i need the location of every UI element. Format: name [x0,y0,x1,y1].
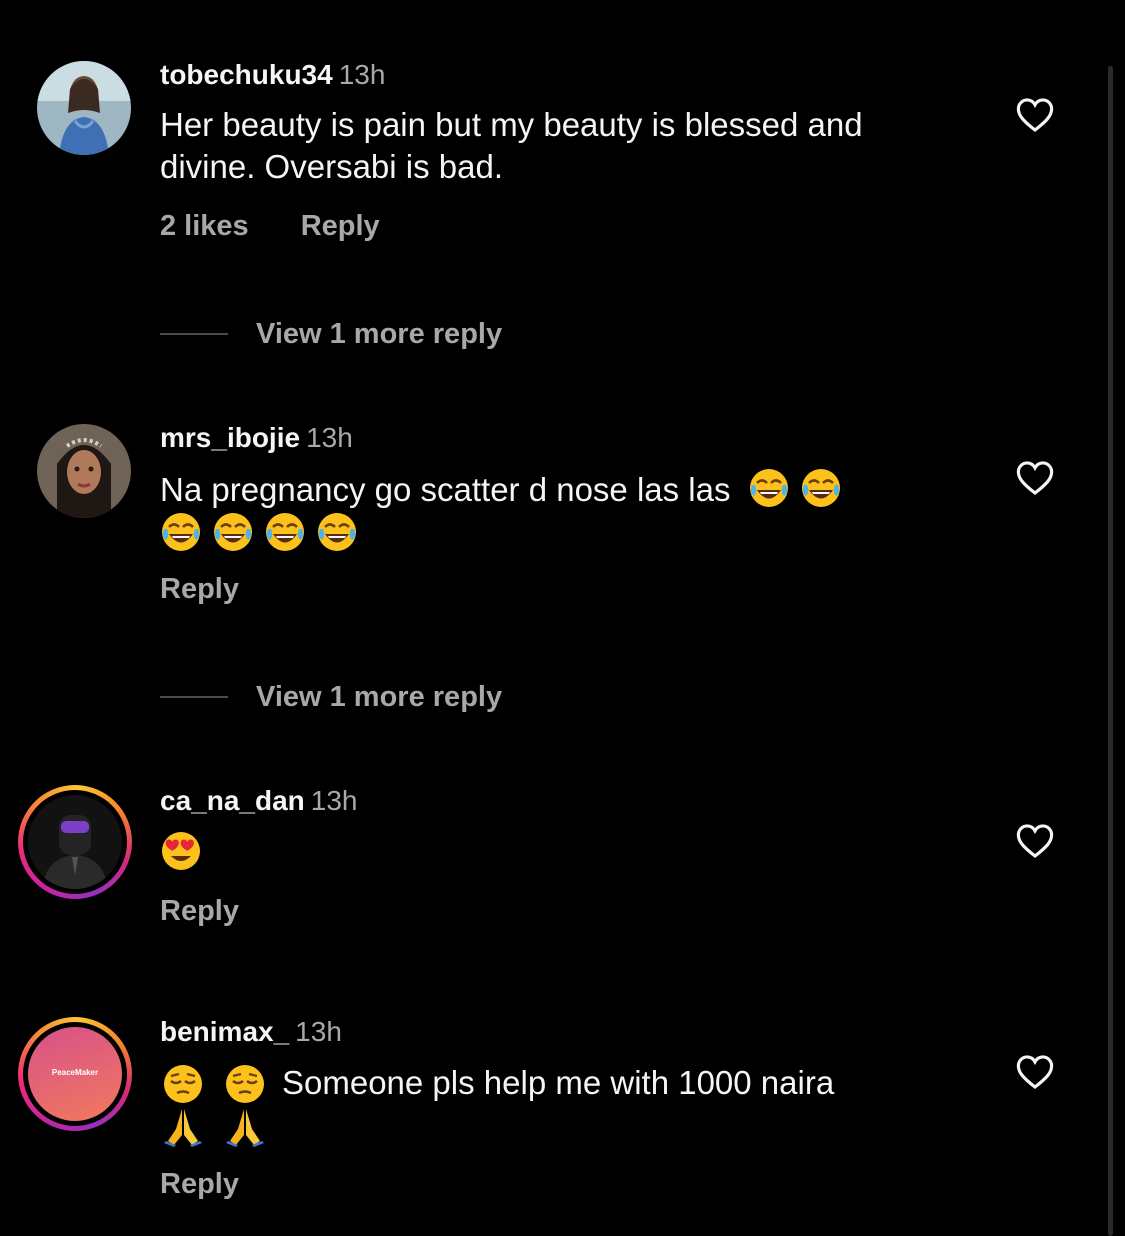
avatar[interactable] [37,424,131,518]
comment-header: benimax_ 13h [160,1015,342,1049]
divider [160,333,228,335]
face-with-tears-of-joy-icon [748,467,790,509]
heart-outline-icon[interactable] [1016,823,1054,859]
reply-button[interactable]: Reply [160,895,239,928]
divider [160,696,228,698]
folded-hands-icon [224,1105,266,1147]
heart-outline-icon[interactable] [1016,1054,1054,1090]
face-with-tears-of-joy-icon [212,511,254,553]
comment-actions: Reply [160,573,239,606]
comment-text: Her beauty is pain but my beauty is bles… [160,106,863,185]
comment-actions: Reply [160,1168,239,1201]
pensive-face-icon [162,1063,204,1105]
comment-header: ca_na_dan 13h [160,784,357,818]
avatar[interactable] [28,795,122,889]
timestamp: 13h [306,422,353,453]
reply-button[interactable]: Reply [160,1168,239,1201]
face-with-tears-of-joy-icon [160,511,202,553]
comment-text [160,830,940,874]
username[interactable]: ca_na_dan [160,785,305,816]
pensive-face-icon [224,1063,266,1105]
comment-text-body: Someone pls help me with 1000 naira [282,1064,835,1101]
avatar-text: PeaceMaker [51,1068,99,1077]
folded-hands-icon [162,1105,204,1147]
view-more-replies-label: View 1 more reply [256,681,503,713]
username[interactable]: mrs_ibojie [160,422,300,453]
story-ring[interactable]: PeaceMaker [18,1017,132,1131]
smiling-face-with-heart-eyes-icon [160,830,202,872]
avatar[interactable]: PeaceMaker [28,1027,122,1121]
emoji-stack [160,1061,212,1147]
likes-count[interactable]: 2 likes [160,210,249,243]
face-with-tears-of-joy-icon [800,467,842,509]
username[interactable]: tobechuku34 [160,59,333,90]
comment-actions: 2 likes Reply [160,210,380,243]
reply-button[interactable]: Reply [160,573,239,606]
avatar[interactable] [37,61,131,155]
scrollbar[interactable] [1108,66,1113,1236]
face-with-tears-of-joy-icon [264,511,306,553]
heart-outline-icon[interactable] [1016,460,1054,496]
comment-header: tobechuku34 13h [160,58,385,92]
comment-text-body: Na pregnancy go scatter d nose las las [160,471,731,508]
reply-button[interactable]: Reply [301,210,380,243]
heart-outline-icon[interactable] [1016,97,1054,133]
timestamp: 13h [295,1016,342,1047]
timestamp: 13h [310,785,358,816]
story-ring[interactable] [18,785,132,899]
face-with-tears-of-joy-icon [316,511,358,553]
username[interactable]: benimax_ [160,1016,289,1047]
comment-actions: Reply [160,895,239,928]
comment-text: Someone pls help me with 1000 naira [160,1061,940,1147]
comment-header: mrs_ibojie 13h [160,421,353,455]
comment-text: Na pregnancy go scatter d nose las las [160,467,960,555]
timestamp: 13h [338,59,386,90]
view-more-replies-label: View 1 more reply [256,318,503,350]
emoji-stack [212,1061,276,1147]
